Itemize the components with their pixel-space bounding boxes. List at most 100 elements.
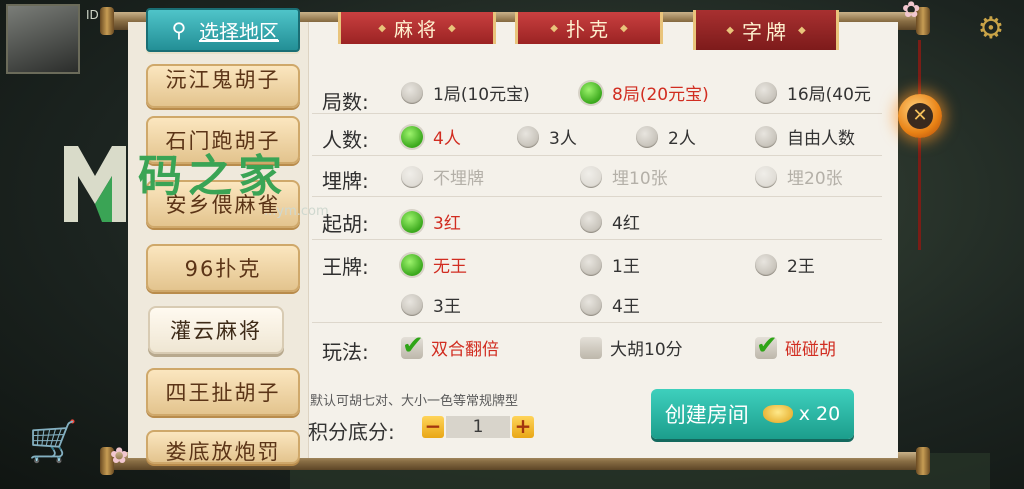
location-pin-icon: ⚲ — [171, 18, 187, 42]
divider — [312, 196, 882, 197]
radio-icon — [401, 81, 423, 104]
king-label: 王牌: — [322, 255, 369, 279]
tassel-decoration — [918, 40, 921, 250]
option-label: 自由人数 — [787, 129, 855, 149]
create-room-cost: x 20 — [798, 403, 841, 425]
radio-icon — [401, 165, 423, 188]
option-label: 16局(40元 — [787, 85, 871, 105]
base-score-label: 积分底分: — [308, 420, 395, 444]
blossom-icon: ✿ — [902, 0, 921, 23]
game-item-guanyun-mahjong[interactable]: 灌云麻将 — [148, 306, 284, 354]
radio-icon — [636, 125, 658, 148]
play-option-bighu[interactable]: 大胡10分 — [580, 335, 683, 360]
tab-ornament-icon: ◆ — [378, 22, 386, 34]
radio-icon — [580, 165, 602, 188]
game-label: 灌云麻将 — [170, 319, 262, 343]
score-plus-button[interactable]: + — [512, 416, 534, 438]
game-item-yuanjiang[interactable]: 沅江鬼胡子 — [146, 64, 300, 108]
option-label: 1王 — [612, 257, 640, 277]
tab-ornament-icon: ◆ — [448, 22, 456, 34]
radio-selected-icon — [580, 81, 602, 104]
avatar[interactable] — [6, 4, 80, 74]
option-label: 4人 — [433, 129, 461, 149]
tab-zipai[interactable]: ◆ 字牌 ◆ — [693, 10, 839, 50]
option-label: 4王 — [612, 297, 640, 317]
game-label: 沅江鬼胡子 — [165, 68, 281, 92]
gold-ingot-icon — [762, 405, 793, 423]
game-item-96-poker[interactable]: 96扑克 — [146, 244, 300, 292]
game-label: 安乡偎麻雀 — [165, 193, 281, 217]
checkbox-checked-icon — [401, 331, 424, 361]
select-region-tab[interactable]: ⚲ 选择地区 — [146, 8, 300, 52]
option-label: 埋20张 — [787, 169, 843, 189]
rounds-option-8[interactable]: 8局(20元宝) — [580, 80, 709, 105]
blossom-icon: ✿ — [110, 444, 129, 469]
game-item-anxiang[interactable]: 安乡偎麻雀 — [146, 180, 300, 228]
tab-ornament-icon: ◆ — [550, 22, 558, 34]
option-label: 埋10张 — [612, 169, 668, 189]
king-option-1[interactable]: 1王 — [580, 252, 640, 277]
rounds-option-1[interactable]: 1局(10元宝) — [401, 80, 530, 105]
radio-icon — [517, 125, 539, 148]
bury-option-20[interactable]: 埋20张 — [755, 164, 843, 189]
players-option-free[interactable]: 自由人数 — [755, 124, 855, 149]
close-icon: ✕ — [907, 103, 933, 129]
score-value: 1 — [446, 416, 510, 438]
game-label: 四王扯胡子 — [165, 381, 281, 405]
players-option-2[interactable]: 2人 — [636, 124, 696, 149]
bury-option-none[interactable]: 不埋牌 — [401, 164, 484, 189]
option-label: 2王 — [787, 257, 815, 277]
hu-option-4red[interactable]: 4红 — [580, 209, 640, 234]
divider — [312, 155, 882, 156]
option-label: 1局(10元宝) — [433, 85, 530, 105]
radio-icon — [755, 165, 777, 188]
option-label: 3人 — [549, 129, 577, 149]
radio-icon — [755, 81, 777, 104]
hu-option-3red[interactable]: 3红 — [401, 209, 461, 234]
option-label: 无王 — [433, 257, 467, 277]
game-label: 娄底放炮罚 — [165, 440, 281, 464]
king-option-2[interactable]: 2王 — [755, 252, 815, 277]
radio-selected-icon — [401, 253, 423, 276]
king-option-4[interactable]: 4王 — [580, 292, 640, 317]
tab-poker[interactable]: ◆ 扑克 ◆ — [515, 12, 663, 44]
bury-option-10[interactable]: 埋10张 — [580, 164, 668, 189]
score-minus-button[interactable]: − — [422, 416, 444, 438]
checkbox-checked-icon — [755, 331, 778, 361]
game-item-shimen[interactable]: 石门跑胡子 — [146, 116, 300, 164]
option-label: 3王 — [433, 297, 461, 317]
option-label: 3红 — [433, 214, 461, 234]
players-option-4[interactable]: 4人 — [401, 124, 461, 149]
play-option-double[interactable]: 双合翻倍 — [401, 331, 499, 361]
game-item-loudi[interactable]: 娄底放炮罚 — [146, 430, 300, 464]
game-label: 石门跑胡子 — [165, 129, 281, 153]
game-item-siwang[interactable]: 四王扯胡子 — [146, 368, 300, 416]
rule-hint: 默认可胡七对、大小一色等常规牌型 — [310, 394, 519, 409]
tab-mahjong[interactable]: ◆ 麻将 ◆ — [338, 12, 496, 44]
divider — [312, 113, 882, 114]
create-room-button[interactable]: 创建房间 x 20 — [651, 389, 854, 439]
king-option-3[interactable]: 3王 — [401, 292, 461, 317]
option-label: 碰碰胡 — [785, 340, 836, 360]
option-label: 大胡10分 — [610, 340, 683, 360]
gear-icon[interactable]: ⚙ — [974, 12, 1008, 46]
rod-cap-right — [916, 447, 930, 475]
option-label: 2人 — [668, 129, 696, 149]
option-label: 双合翻倍 — [431, 340, 499, 360]
play-label: 玩法: — [322, 340, 369, 364]
rounds-label: 局数: — [322, 90, 369, 114]
radio-icon — [580, 293, 602, 316]
rod-cap-left — [100, 7, 114, 35]
radio-selected-icon — [401, 210, 423, 233]
rounds-option-16[interactable]: 16局(40元 — [755, 80, 871, 105]
cart-icon[interactable]: 🛒 — [28, 418, 88, 478]
tab-ornament-icon: ◆ — [798, 24, 806, 36]
play-option-pengpeng[interactable]: 碰碰胡 — [755, 331, 836, 361]
close-button[interactable]: ✕ — [898, 94, 942, 138]
tab-ornament-icon: ◆ — [620, 22, 628, 34]
radio-selected-icon — [401, 125, 423, 148]
king-option-none[interactable]: 无王 — [401, 252, 467, 277]
radio-icon — [580, 253, 602, 276]
radio-icon — [401, 293, 423, 316]
players-option-3[interactable]: 3人 — [517, 124, 577, 149]
